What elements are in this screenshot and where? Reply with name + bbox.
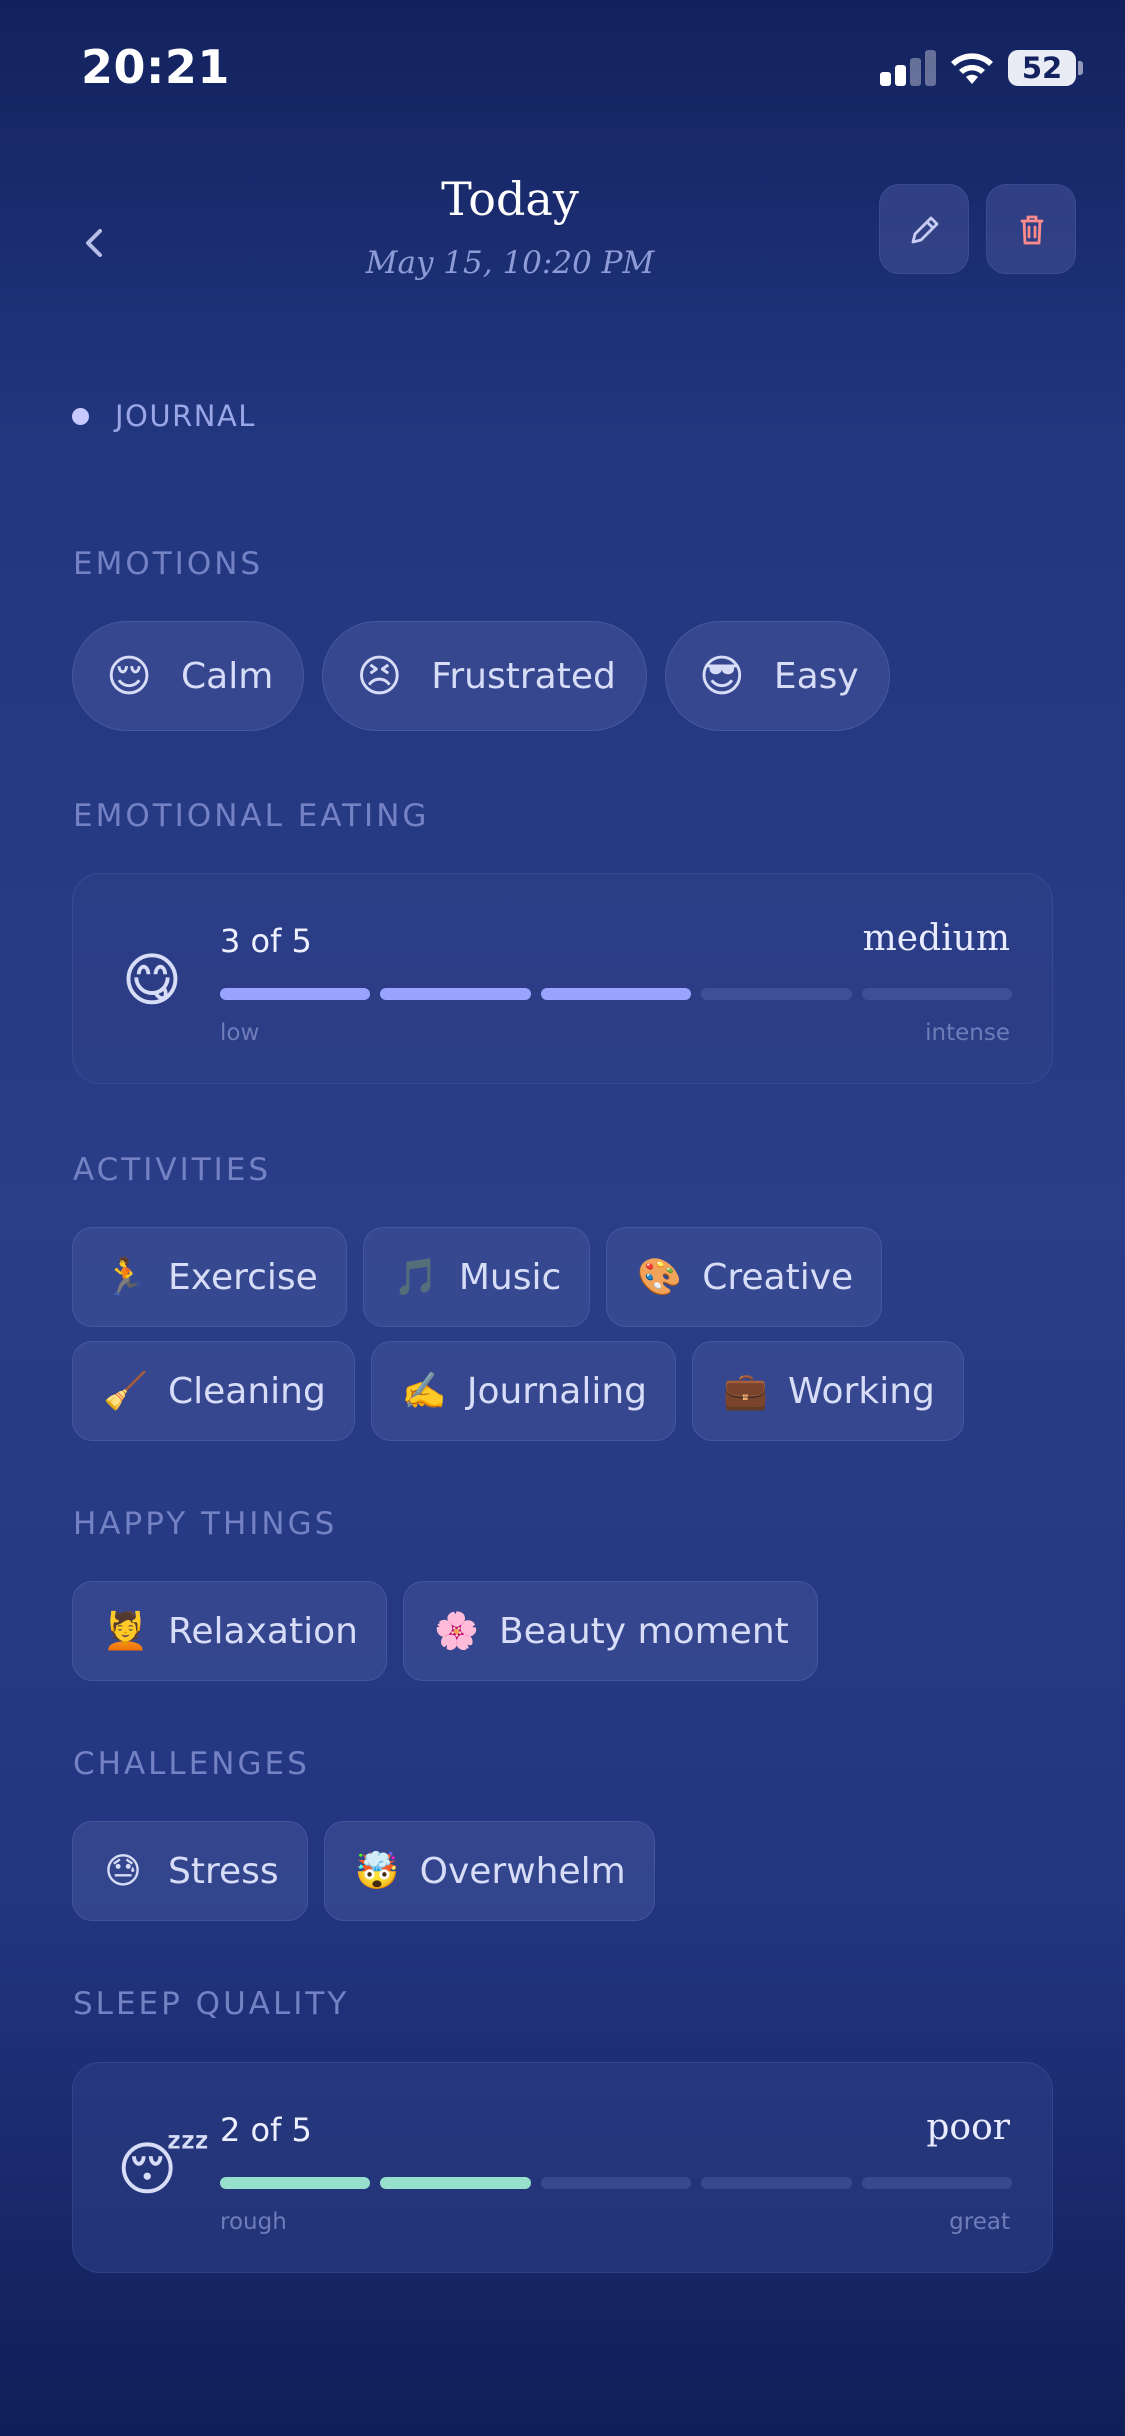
briefcase-icon: 💼 <box>723 1371 768 1412</box>
chevron-left-icon <box>86 229 102 257</box>
trash-icon <box>1020 215 1044 245</box>
sleep-quality-meter <box>220 2177 1013 2189</box>
exploding-head-icon: 🤯 <box>354 1851 400 1892</box>
emotional-eating-level-word: medium <box>862 918 1010 959</box>
meter-segment <box>380 2177 531 2189</box>
meter-segment <box>540 2177 692 2189</box>
emotional-eating-meter <box>220 988 1013 1000</box>
activity-label: Journaling <box>466 1370 648 1412</box>
activity-label: Creative <box>702 1256 854 1298</box>
challenge-chip-overwhelm[interactable]: 🤯 Overwhelm <box>323 1821 655 1921</box>
meter-segment <box>701 2177 852 2189</box>
meter-segment <box>861 2177 1013 2189</box>
emotion-label: Frustrated <box>431 655 616 697</box>
sweat-face-icon: 😓 <box>104 1850 142 1892</box>
challenge-chip-stress[interactable]: 😓 Stress <box>72 1821 308 1921</box>
persevering-face-icon: 😣 <box>356 650 403 702</box>
emotion-pill-easy[interactable]: 😎 Easy <box>664 621 890 731</box>
activity-chip-working[interactable]: 💼 Working <box>692 1341 964 1441</box>
palette-icon: 🎨 <box>637 1257 683 1298</box>
page-title: Today <box>441 172 579 226</box>
activity-label: Exercise <box>168 1256 318 1298</box>
sunglasses-face-icon: 😎 <box>698 650 745 702</box>
meter-segment <box>380 988 531 1000</box>
status-bar: 20:21 52 <box>0 0 1125 140</box>
activity-chip-cleaning[interactable]: 🧹 Cleaning <box>72 1341 355 1441</box>
meter-segment <box>701 988 852 1000</box>
massage-icon: 💆 <box>103 1611 148 1652</box>
edit-button[interactable] <box>879 184 969 274</box>
challenge-label: Overwhelm <box>419 1850 626 1892</box>
journal-tag: JOURNAL <box>72 398 256 434</box>
meter-segment <box>220 2177 371 2189</box>
happy-label: Relaxation <box>168 1610 358 1652</box>
broom-icon: 🧹 <box>103 1371 148 1412</box>
meter-segment <box>861 988 1013 1000</box>
emotion-label: Calm <box>181 655 274 697</box>
meter-low-label: rough <box>220 2209 287 2235</box>
activity-label: Cleaning <box>168 1370 326 1412</box>
happy-chip-relaxation[interactable]: 💆 Relaxation <box>72 1581 387 1681</box>
emotion-label: Easy <box>773 655 859 697</box>
happy-chip-beauty-moment[interactable]: 🌸 Beauty moment <box>402 1581 818 1681</box>
emotion-pill-calm[interactable]: 😌 Calm <box>72 621 305 731</box>
emotion-pill-frustrated[interactable]: 😣 Frustrated <box>322 621 647 731</box>
writing-hand-icon: ✍️ <box>401 1371 447 1412</box>
challenges-list: 😓 Stress 🤯 Overwhelm <box>72 1821 655 1921</box>
section-label-sleep-quality: SLEEP QUALITY <box>73 1986 350 2022</box>
pencil-icon <box>911 216 939 244</box>
wifi-icon <box>951 53 993 84</box>
emotions-list: 😌 Calm 😣 Frustrated 😎 Easy <box>72 621 890 731</box>
happy-label: Beauty moment <box>498 1610 789 1652</box>
status-time: 20:21 <box>81 40 230 94</box>
sleeping-face-icon: 😴 <box>117 2135 211 2203</box>
sleep-quality-score: 2 of 5 <box>220 2111 312 2149</box>
meter-high-label: great <box>949 2209 1010 2235</box>
challenge-label: Stress <box>168 1850 279 1892</box>
section-label-challenges: CHALLENGES <box>73 1746 310 1782</box>
activities-row-2: 🧹 Cleaning ✍️ Journaling 💼 Working <box>72 1341 964 1441</box>
activity-chip-creative[interactable]: 🎨 Creative <box>606 1227 883 1327</box>
activity-label: Working <box>788 1370 935 1412</box>
emotional-eating-card: 😋 3 of 5 medium low intense <box>72 873 1053 1084</box>
running-icon: 🏃 <box>103 1257 148 1298</box>
journal-dot-icon <box>72 407 89 425</box>
activity-label: Music <box>458 1256 562 1298</box>
meter-segment <box>220 988 371 1000</box>
section-label-emotions: EMOTIONS <box>73 546 264 582</box>
relieved-face-icon: 😌 <box>106 650 152 702</box>
battery-icon: 52 <box>1008 50 1076 86</box>
section-label-activities: ACTIVITIES <box>73 1152 272 1188</box>
activity-chip-music[interactable]: 🎵 Music <box>362 1227 591 1327</box>
meter-low-label: low <box>220 1020 260 1046</box>
journal-tag-label: JOURNAL <box>115 399 256 433</box>
battery-tip <box>1078 61 1083 75</box>
emotional-eating-score: 3 of 5 <box>220 922 312 960</box>
music-note-icon: 🎵 <box>393 1257 439 1298</box>
activity-chip-exercise[interactable]: 🏃 Exercise <box>72 1227 347 1327</box>
activity-chip-journaling[interactable]: ✍️ Journaling <box>370 1341 677 1441</box>
section-label-emotional-eating: EMOTIONAL EATING <box>73 798 430 834</box>
sleep-quality-card: 😴 2 of 5 poor rough great <box>72 2062 1053 2273</box>
delete-button[interactable] <box>986 184 1076 274</box>
meter-segment <box>540 988 692 1000</box>
yum-face-icon: 😋 <box>121 946 183 1014</box>
meter-high-label: intense <box>925 1020 1010 1046</box>
section-label-happy-things: HAPPY THINGS <box>73 1506 338 1542</box>
back-button[interactable] <box>74 215 114 271</box>
entry-datetime: May 15, 10:20 PM <box>365 245 655 281</box>
sleep-quality-level-word: poor <box>926 2107 1010 2148</box>
happy-things-list: 💆 Relaxation 🌸 Beauty moment <box>72 1581 818 1681</box>
cellular-signal-icon <box>880 50 936 86</box>
activities-row-1: 🏃 Exercise 🎵 Music 🎨 Creative <box>72 1227 883 1327</box>
cherry-blossom-icon: 🌸 <box>433 1611 479 1652</box>
